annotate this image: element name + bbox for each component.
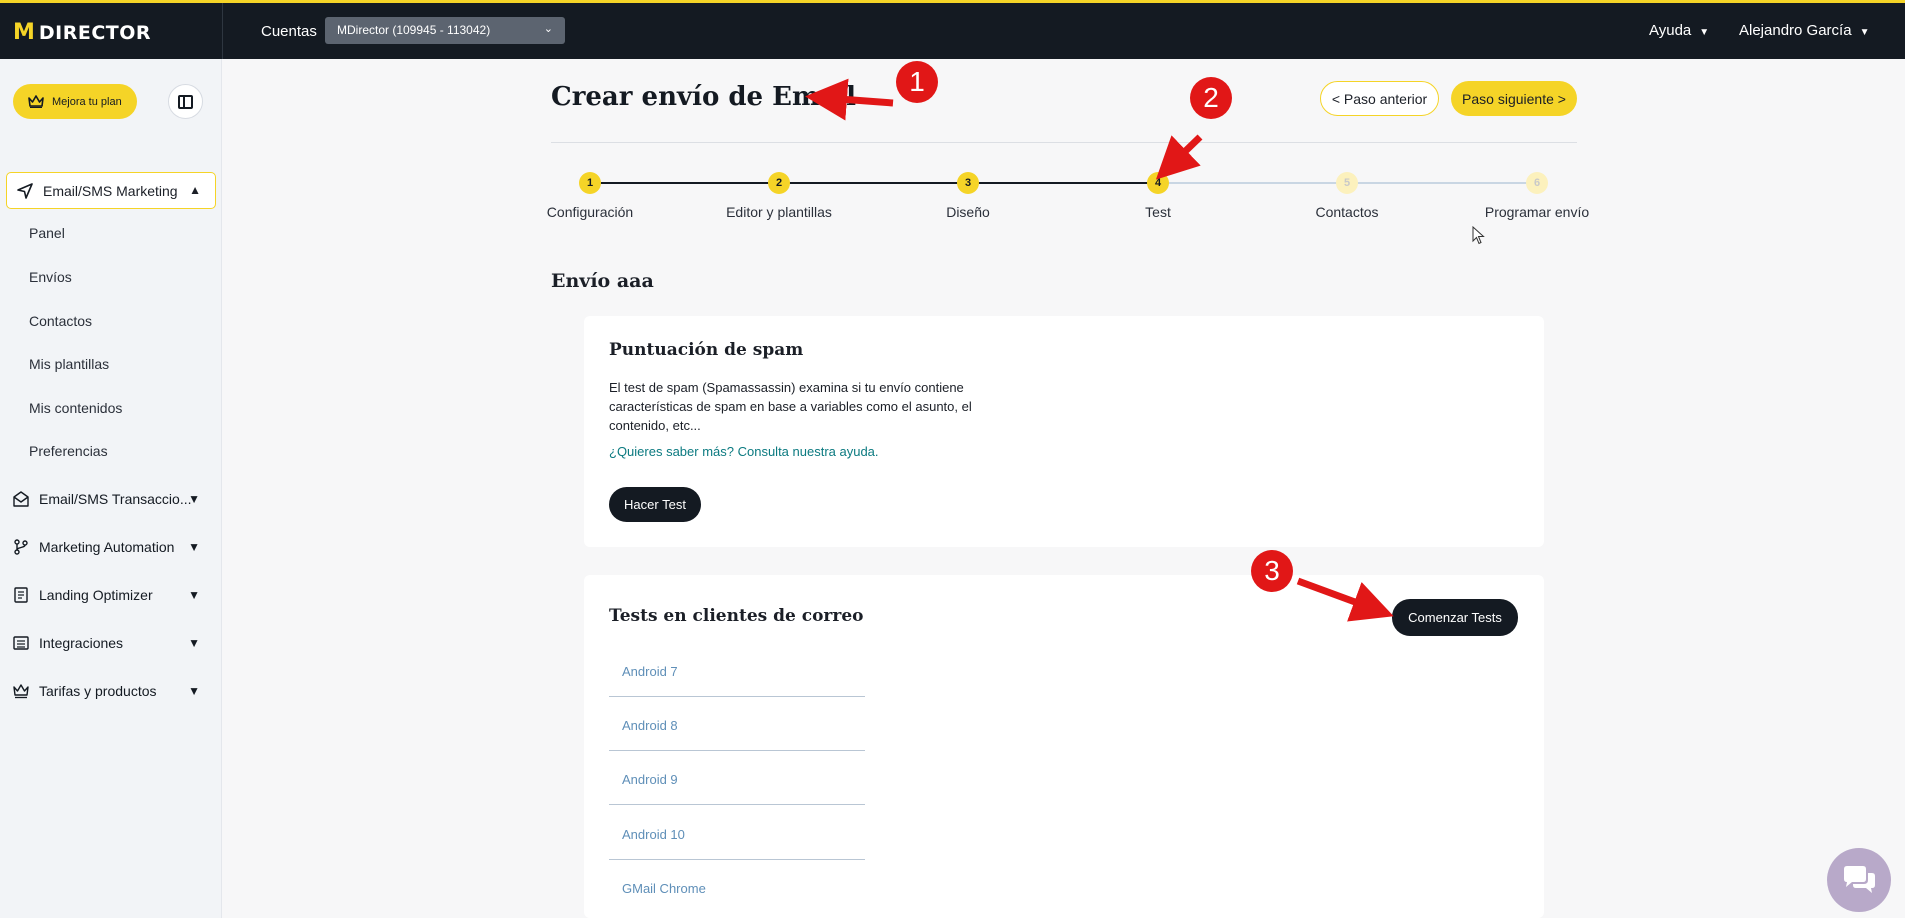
sidebar-item-preferencias[interactable]: Preferencias <box>29 443 108 459</box>
crown-icon <box>28 95 44 108</box>
sidebar-section-email-sms-transaccional[interactable]: Email/SMS Transaccio... ▼ <box>13 491 213 507</box>
sidebar-section-label: Tarifas y productos <box>39 683 157 699</box>
sidebar-section-tarifas-productos[interactable]: Tarifas y productos ▼ <box>13 683 213 699</box>
branch-icon <box>14 539 28 555</box>
next-step-button[interactable]: Paso siguiente > <box>1451 81 1577 116</box>
document-icon <box>14 587 28 603</box>
account-select-value: MDirector (109945 - 113042) <box>337 23 491 37</box>
sidebar: Mejora tu plan Email/SMS Marketing ▲ Pan… <box>0 59 222 918</box>
accounts-label: Cuentas <box>261 23 317 40</box>
logo-m-icon: M <box>13 20 35 45</box>
help-menu[interactable]: Ayuda ▼ <box>1649 22 1709 39</box>
chevron-down-icon: ▼ <box>188 492 200 506</box>
client-item[interactable]: Android 7 <box>609 643 865 697</box>
send-name: Envío aaa <box>551 270 654 292</box>
client-item[interactable]: Android 8 <box>609 697 865 751</box>
step-2-label: Editor y plantillas <box>726 204 832 220</box>
step-5-circle[interactable]: 5 <box>1336 172 1358 194</box>
step-2-circle[interactable]: 2 <box>768 172 790 194</box>
sidebar-section-landing-optimizer[interactable]: Landing Optimizer ▼ <box>13 587 213 603</box>
chevron-up-icon: ▲ <box>189 183 201 197</box>
annotation-marker-1: 1 <box>896 61 938 103</box>
page-title: Crear envío de Email <box>551 82 857 112</box>
user-menu[interactable]: Alejandro García ▼ <box>1739 22 1869 39</box>
chat-widget-button[interactable] <box>1827 848 1891 912</box>
send-icon <box>17 182 33 199</box>
previous-step-button[interactable]: < Paso anterior <box>1320 81 1439 116</box>
start-tests-button[interactable]: Comenzar Tests <box>1392 599 1518 636</box>
top-bar: M DIRECTOR Cuentas MDirector (109945 - 1… <box>0 0 1905 59</box>
client-item[interactable]: Android 9 <box>609 751 865 805</box>
title-divider <box>551 142 1577 143</box>
stepper-line-done <box>590 182 1159 184</box>
sidebar-section-integraciones[interactable]: Integraciones ▼ <box>13 635 213 651</box>
step-1-circle[interactable]: 1 <box>579 172 601 194</box>
crown-icon <box>13 684 29 699</box>
chevron-down-icon: ▼ <box>1699 27 1710 38</box>
account-select[interactable]: MDirector (109945 - 113042) ⌄ <box>325 17 565 44</box>
user-name: Alejandro García <box>1739 22 1852 39</box>
chevron-down-icon: ▼ <box>188 636 200 650</box>
annotation-marker-2: 2 <box>1190 77 1232 119</box>
clients-card-title: Tests en clientes de correo <box>609 606 864 626</box>
envelope-open-icon <box>13 491 29 507</box>
spam-card-description: El test de spam (Spamassassin) examina s… <box>609 380 972 433</box>
step-5-label: Contactos <box>1315 204 1379 220</box>
sidebar-section-label: Marketing Automation <box>39 539 175 555</box>
help-label: Ayuda <box>1649 22 1692 39</box>
chevron-down-icon: ▼ <box>188 684 200 698</box>
collapse-sidebar-button[interactable] <box>168 84 203 119</box>
client-item[interactable]: Android 10 <box>609 806 865 860</box>
chevron-down-icon: ▼ <box>188 540 200 554</box>
list-icon <box>13 636 29 650</box>
logo-text: DIRECTOR <box>38 21 152 44</box>
step-4-circle[interactable]: 4 <box>1147 172 1169 194</box>
sidebar-item-contactos[interactable]: Contactos <box>29 313 92 329</box>
mouse-cursor-icon <box>1472 226 1485 245</box>
spam-card-title: Puntuación de spam <box>609 340 804 360</box>
annotation-marker-3: 3 <box>1251 550 1293 592</box>
sidebar-section-label: Email/SMS Transaccio... <box>39 491 192 507</box>
sidebar-section-email-sms-marketing[interactable]: Email/SMS Marketing ▲ <box>6 172 216 209</box>
sidebar-section-marketing-automation[interactable]: Marketing Automation ▼ <box>13 539 213 555</box>
step-3-label: Diseño <box>946 204 990 220</box>
sidebar-item-panel[interactable]: Panel <box>29 225 65 241</box>
step-6-circle[interactable]: 6 <box>1526 172 1548 194</box>
logo[interactable]: M DIRECTOR <box>13 20 151 45</box>
step-6-label: Programar envío <box>1484 204 1590 220</box>
client-item[interactable]: GMail Chrome <box>609 860 865 914</box>
topbar-divider <box>222 3 223 59</box>
sidebar-item-mis-contenidos[interactable]: Mis contenidos <box>29 400 122 416</box>
chevron-down-icon: ⌄ <box>543 23 553 35</box>
chevron-down-icon: ▼ <box>188 588 200 602</box>
sidebar-section-label: Integraciones <box>39 635 124 651</box>
sidebar-item-mis-plantillas[interactable]: Mis plantillas <box>29 356 109 372</box>
step-4-label: Test <box>1145 204 1171 220</box>
chevron-down-icon: ▼ <box>1859 27 1870 38</box>
spam-score-card: Puntuación de spam El test de spam (Spam… <box>584 316 1544 547</box>
chat-bubbles-icon <box>1844 866 1875 893</box>
run-spam-test-button[interactable]: Hacer Test <box>609 487 701 522</box>
sidebar-section-label: Email/SMS Marketing <box>43 182 178 199</box>
sidebar-item-envios[interactable]: Envíos <box>29 269 72 285</box>
spam-help-link[interactable]: ¿Quieres saber más? Consulta nuestra ayu… <box>609 444 879 459</box>
step-3-circle[interactable]: 3 <box>957 172 979 194</box>
upgrade-plan-label: Mejora tu plan <box>52 95 122 108</box>
upgrade-plan-button[interactable]: Mejora tu plan <box>13 84 137 119</box>
step-1-label: Configuración <box>546 204 634 220</box>
sidebar-section-label: Landing Optimizer <box>39 587 153 603</box>
sidebar-toggle-icon <box>178 94 193 109</box>
email-clients-test-card: Tests en clientes de correo Comenzar Tes… <box>584 575 1544 918</box>
